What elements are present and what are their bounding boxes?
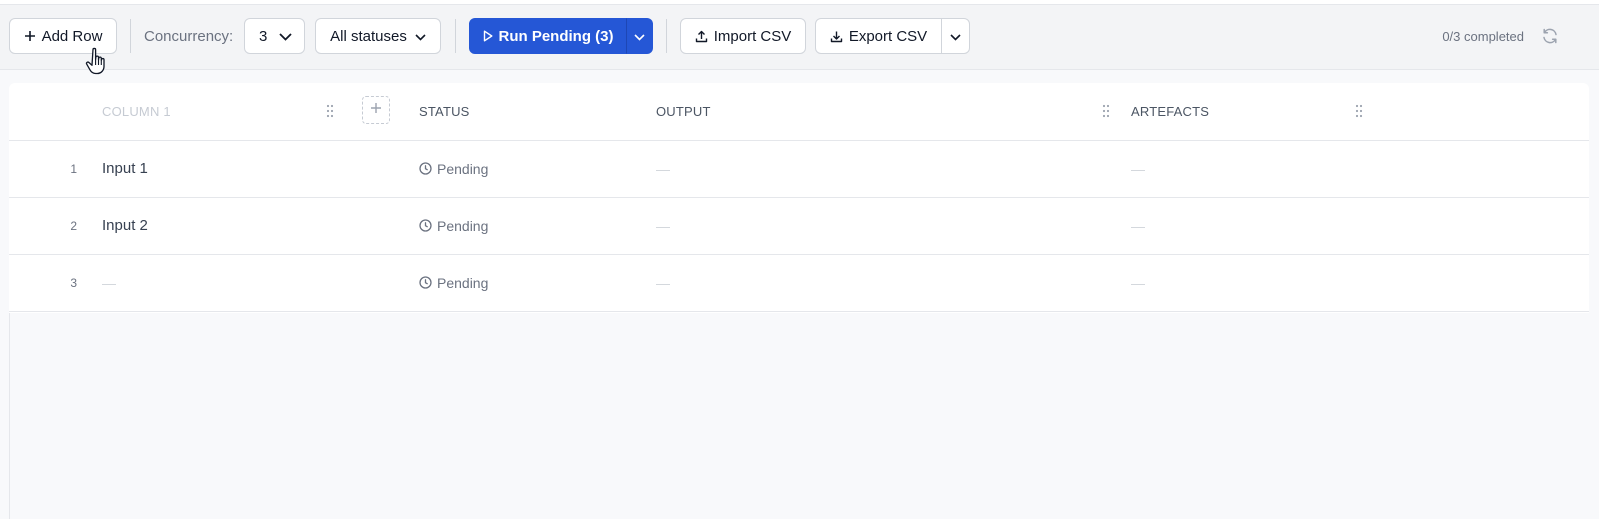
chevron-down-icon	[634, 28, 645, 45]
import-csv-label: Import CSV	[713, 27, 792, 45]
import-csv-button[interactable]: Import CSV	[680, 18, 806, 54]
plus-icon	[370, 101, 382, 119]
status-cell: Pending	[419, 197, 488, 254]
run-options-dropdown[interactable]	[626, 18, 653, 54]
column-header-column-1[interactable]: COLUMN 1	[102, 83, 171, 140]
clock-icon	[419, 219, 432, 232]
output-cell[interactable]: —	[656, 254, 670, 311]
concurrency-select[interactable]: 3	[244, 18, 305, 54]
status-filter-value: All statuses	[330, 27, 407, 45]
toolbar-divider	[130, 19, 131, 53]
run-pending-button[interactable]: Run Pending (3)	[469, 18, 627, 54]
export-options-dropdown[interactable]	[941, 18, 970, 54]
toolbar: Add Row Concurrency: 3 All statuses Run …	[0, 5, 1599, 70]
status-cell: Pending	[419, 140, 488, 197]
status-cell: Pending	[419, 254, 488, 311]
input-cell[interactable]: Input 2	[102, 197, 148, 254]
column-header-status[interactable]: STATUS	[419, 83, 470, 140]
chevron-down-icon	[950, 28, 961, 45]
table-row[interactable]: 2 Input 2 Pending — —	[9, 197, 1589, 255]
status-label: Pending	[437, 217, 489, 234]
status-filter-select[interactable]: All statuses	[315, 18, 441, 54]
chevron-down-icon	[415, 28, 426, 45]
toolbar-divider	[666, 19, 667, 53]
table-row[interactable]: 3 — Pending — —	[9, 254, 1589, 312]
download-icon	[830, 30, 843, 43]
export-csv-label: Export CSV	[848, 27, 928, 45]
column-header-output[interactable]: OUTPUT	[656, 83, 711, 140]
progress-status: 0/3 completed	[1442, 28, 1524, 44]
clock-icon	[419, 276, 432, 289]
status-label: Pending	[437, 160, 489, 177]
status-label: Pending	[437, 274, 489, 291]
toolbar-divider	[455, 19, 456, 53]
data-table: COLUMN 1 STATUS OUTPUT ARTEFACTS 1 Input…	[9, 83, 1589, 313]
export-csv-button[interactable]: Export CSV	[815, 18, 942, 54]
add-column-button[interactable]	[362, 96, 390, 124]
grip-icon[interactable]	[1102, 104, 1110, 118]
row-number: 2	[70, 218, 77, 233]
clock-icon	[419, 162, 432, 175]
table-row[interactable]: 1 Input 1 Pending — —	[9, 140, 1589, 198]
chevron-down-icon	[279, 28, 292, 45]
concurrency-value: 3	[259, 27, 268, 45]
add-row-label: Add Row	[41, 27, 103, 45]
table-left-border	[9, 313, 10, 519]
hand-cursor-icon	[84, 46, 112, 78]
play-icon	[483, 30, 493, 42]
artefacts-cell[interactable]: —	[1131, 140, 1145, 197]
input-cell[interactable]: Input 1	[102, 140, 148, 197]
concurrency-label: Concurrency:	[144, 27, 234, 45]
column-header-artefacts[interactable]: ARTEFACTS	[1131, 83, 1209, 140]
plus-icon	[24, 30, 36, 42]
row-number: 1	[70, 161, 77, 176]
upload-icon	[695, 30, 708, 43]
grip-icon[interactable]	[326, 104, 334, 118]
artefacts-cell[interactable]: —	[1131, 197, 1145, 254]
refresh-icon[interactable]	[1541, 27, 1559, 45]
grip-icon[interactable]	[1355, 104, 1363, 118]
output-cell[interactable]: —	[656, 140, 670, 197]
table-header: COLUMN 1 STATUS OUTPUT ARTEFACTS	[9, 83, 1589, 141]
artefacts-cell[interactable]: —	[1131, 254, 1145, 311]
input-cell[interactable]: —	[102, 254, 116, 311]
output-cell[interactable]: —	[656, 197, 670, 254]
run-pending-label: Run Pending (3)	[498, 27, 614, 45]
row-number: 3	[70, 275, 77, 290]
